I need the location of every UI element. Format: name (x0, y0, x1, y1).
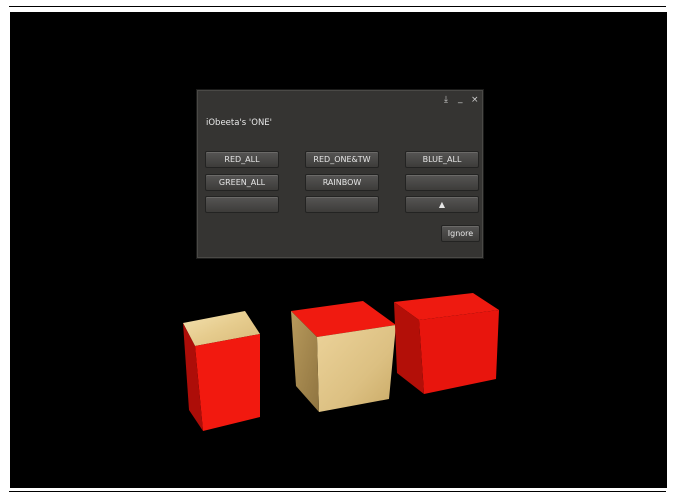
close-icon[interactable]: × (471, 95, 479, 105)
cube-middle-front (317, 325, 396, 412)
ignore-button[interactable]: Ignore (441, 225, 480, 242)
green-all-button[interactable]: GREEN_ALL (205, 174, 279, 191)
red-one-tw-button[interactable]: RED_ONE&TW (305, 151, 379, 168)
rainbow-button[interactable]: RAINBOW (305, 174, 379, 191)
3d-viewport[interactable]: ⤓ _ × iObeeta's 'ONE' RED_ALL RED_ONE&TW… (10, 12, 667, 488)
bottom-border-line (9, 491, 666, 492)
download-icon[interactable]: ⤓ (444, 95, 448, 105)
top-border-line (9, 6, 666, 7)
empty-button-3[interactable] (305, 196, 379, 213)
script-dialog: ⤓ _ × iObeeta's 'ONE' RED_ALL RED_ONE&TW… (197, 90, 483, 258)
empty-button-2[interactable] (205, 196, 279, 213)
cube-right[interactable] (394, 293, 499, 394)
minimize-icon[interactable]: _ (458, 94, 463, 104)
page-up-button[interactable]: ▲ (405, 196, 479, 213)
cube-right-front (419, 310, 499, 394)
empty-button-1[interactable] (405, 174, 479, 191)
cube-left[interactable] (183, 311, 260, 431)
dialog-title: iObeeta's 'ONE' (206, 118, 273, 128)
cube-left-front (195, 334, 260, 431)
cube-middle[interactable] (291, 301, 396, 412)
red-all-button[interactable]: RED_ALL (205, 151, 279, 168)
blue-all-button[interactable]: BLUE_ALL (405, 151, 479, 168)
